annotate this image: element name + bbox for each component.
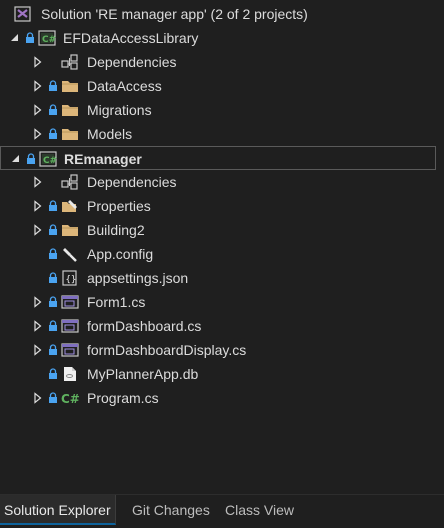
svg-text:C#: C# xyxy=(61,392,79,406)
tree-item-label: DataAccess xyxy=(87,78,162,94)
svg-text:C#: C# xyxy=(42,35,56,45)
dependencies-icon xyxy=(61,170,79,194)
lock-icon xyxy=(48,194,58,218)
collapse-arrow-icon[interactable] xyxy=(31,50,45,74)
tool-window-tabs: Solution Explorer Git Changes Class View xyxy=(0,494,444,528)
expand-arrow-icon[interactable] xyxy=(8,26,22,50)
form-icon xyxy=(61,314,79,338)
collapse-arrow-icon[interactable] xyxy=(31,98,45,122)
collapse-arrow-icon[interactable] xyxy=(31,338,45,362)
tab-class-view[interactable]: Class View xyxy=(221,495,298,525)
tree-item[interactable]: C# Program.cs xyxy=(0,386,444,410)
tree-item-label: formDashboard.cs xyxy=(87,318,202,334)
tree-item-label: Form1.cs xyxy=(87,294,146,310)
lock-icon xyxy=(48,74,58,98)
tree-item[interactable]: Dependencies xyxy=(0,50,444,74)
tree-item-label: MyPlannerApp.db xyxy=(87,366,199,382)
tree-item[interactable]: C# EFDataAccessLibrary xyxy=(0,26,444,50)
tree-item[interactable]: formDashboardDisplay.cs xyxy=(0,338,444,362)
svg-text:C#: C# xyxy=(43,156,57,166)
collapse-arrow-icon[interactable] xyxy=(31,314,45,338)
csharp-project-icon: C# xyxy=(39,147,57,171)
tree-item-label: App.config xyxy=(87,246,154,262)
tree-item[interactable]: DataAccess xyxy=(0,74,444,98)
folder-icon xyxy=(61,74,79,98)
lock-icon xyxy=(48,362,58,386)
database-file-icon xyxy=(61,362,79,386)
collapse-arrow-icon[interactable] xyxy=(31,386,45,410)
tree-item-label: formDashboardDisplay.cs xyxy=(87,342,247,358)
lock-icon xyxy=(48,122,58,146)
lock-icon xyxy=(48,242,58,266)
tree-item-label: Migrations xyxy=(87,102,152,118)
tree-item-label: Solution 'RE manager app' (2 of 2 projec… xyxy=(41,6,308,22)
tree-item[interactable]: Dependencies xyxy=(0,170,444,194)
tree-item[interactable]: {} appsettings.json xyxy=(0,266,444,290)
lock-icon xyxy=(48,290,58,314)
collapse-arrow-icon[interactable] xyxy=(31,170,45,194)
collapse-arrow-icon[interactable] xyxy=(31,194,45,218)
collapse-arrow-icon[interactable] xyxy=(31,74,45,98)
csharp-project-icon: C# xyxy=(38,26,56,50)
expand-arrow-icon[interactable] xyxy=(9,147,23,171)
folder-icon xyxy=(61,98,79,122)
tree-item[interactable]: Properties xyxy=(0,194,444,218)
tab-git-changes[interactable]: Git Changes xyxy=(128,495,214,525)
lock-icon xyxy=(26,147,36,171)
json-icon: {} xyxy=(61,266,79,290)
solution-icon xyxy=(14,2,32,26)
svg-text:{}: {} xyxy=(66,275,77,285)
lock-icon xyxy=(48,266,58,290)
tree-item[interactable]: formDashboard.cs xyxy=(0,314,444,338)
tree-item[interactable]: App.config xyxy=(0,242,444,266)
form-icon xyxy=(61,290,79,314)
properties-icon xyxy=(61,194,79,218)
form-icon xyxy=(61,338,79,362)
folder-icon xyxy=(61,122,79,146)
lock-icon xyxy=(48,218,58,242)
solution-explorer-tree: Solution 'RE manager app' (2 of 2 projec… xyxy=(0,0,444,494)
tree-item-label: appsettings.json xyxy=(87,270,189,286)
dependencies-icon xyxy=(61,50,79,74)
tree-item[interactable]: MyPlannerApp.db xyxy=(0,362,444,386)
csharp-file-icon: C# xyxy=(61,386,79,410)
tree-item-label: REmanager xyxy=(64,151,142,167)
tree-item-label: EFDataAccessLibrary xyxy=(63,30,199,46)
folder-icon xyxy=(61,218,79,242)
lock-icon xyxy=(48,386,58,410)
tree-item[interactable]: Models xyxy=(0,122,444,146)
collapse-arrow-icon[interactable] xyxy=(31,290,45,314)
tree-item[interactable]: Building2 xyxy=(0,218,444,242)
tree-item-label: Models xyxy=(87,126,133,142)
lock-icon xyxy=(48,338,58,362)
config-icon xyxy=(61,242,79,266)
tree-item[interactable]: Form1.cs xyxy=(0,290,444,314)
lock-icon xyxy=(25,26,35,50)
tree-item[interactable]: Solution 'RE manager app' (2 of 2 projec… xyxy=(0,2,444,26)
lock-icon xyxy=(48,98,58,122)
tree-item-label: Dependencies xyxy=(87,54,177,70)
collapse-arrow-icon[interactable] xyxy=(31,218,45,242)
tree-item-label: Dependencies xyxy=(87,174,177,190)
tab-solution-explorer[interactable]: Solution Explorer xyxy=(0,495,116,525)
lock-icon xyxy=(48,314,58,338)
tree-item[interactable]: C# REmanager xyxy=(0,146,436,170)
tree-item[interactable]: Migrations xyxy=(0,98,444,122)
tree-item-label: Program.cs xyxy=(87,390,159,406)
tree-item-label: Properties xyxy=(87,198,151,214)
collapse-arrow-icon[interactable] xyxy=(31,122,45,146)
tree-item-label: Building2 xyxy=(87,222,145,238)
